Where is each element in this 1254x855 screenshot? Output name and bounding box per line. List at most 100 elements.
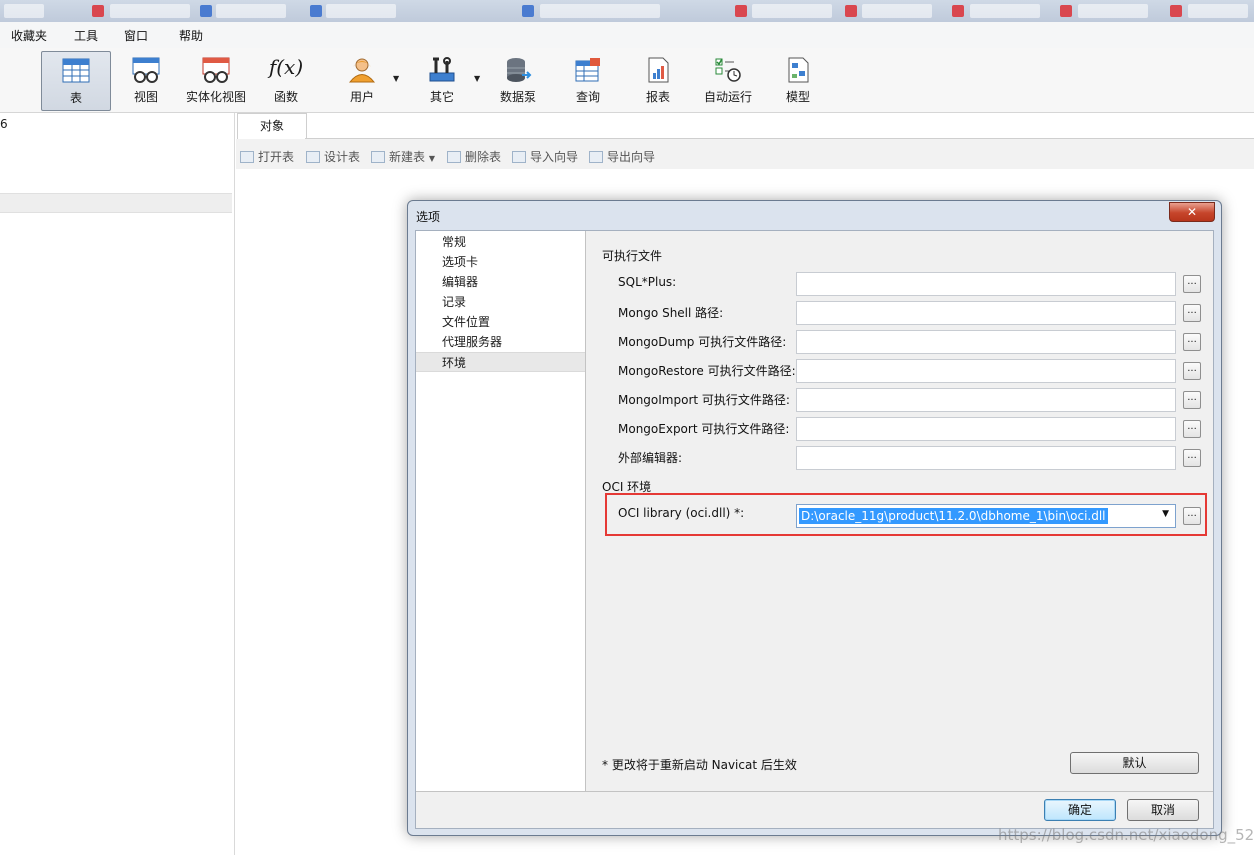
dialog-body: 常规 选项卡 编辑器 记录 文件位置 代理服务器 环境 可执行文件 SQL*Pl…: [415, 230, 1214, 829]
oci-library-label: OCI library (oci.dll) *:: [618, 506, 745, 520]
ribbon-model-label: 模型: [785, 90, 810, 104]
open-table-button[interactable]: 打开表: [240, 148, 294, 165]
external-editor-browse-button[interactable]: ...: [1183, 449, 1201, 467]
open-table-label: 打开表: [258, 150, 295, 164]
chevron-down-icon[interactable]: ▼: [1162, 509, 1169, 519]
delete-table-button[interactable]: 删除表: [447, 148, 501, 165]
options-dialog: 选项 ✕ 常规 选项卡 编辑器 记录 文件位置 代理服务器 环境 可执行文件 S…: [407, 200, 1222, 836]
nav-item-general[interactable]: 常规: [416, 232, 585, 252]
watermark: https://blog.csdn.net/xiaodong_526: [998, 826, 1254, 844]
ribbon-user-label: 用户: [349, 90, 374, 104]
mongo-shell-browse-button[interactable]: ...: [1183, 304, 1201, 322]
ribbon-data-pump-label: 数据泵: [499, 90, 536, 104]
mongodump-input[interactable]: [796, 330, 1176, 354]
open-table-icon: [240, 151, 254, 163]
user-icon: [348, 58, 376, 83]
table-icon: [62, 58, 90, 83]
nav-item-records[interactable]: 记录: [416, 292, 585, 312]
sqlplus-label: SQL*Plus:: [618, 275, 677, 289]
ribbon-function-label: 函数: [273, 90, 298, 104]
oci-library-combobox[interactable]: D:\oracle_11g\product\11.2.0\dbhome_1\bi…: [796, 504, 1176, 528]
mongorestore-input[interactable]: [796, 359, 1176, 383]
nav-item-file-location[interactable]: 文件位置: [416, 312, 585, 332]
tab-objects[interactable]: 对象: [237, 113, 307, 139]
new-table-dropdown-icon[interactable]: ▼: [429, 154, 435, 163]
delete-table-label: 删除表: [465, 150, 502, 164]
mongoimport-label: MongoImport 可执行文件路径:: [618, 393, 790, 407]
options-nav: 常规 选项卡 编辑器 记录 文件位置 代理服务器 环境: [416, 231, 586, 791]
ribbon-data-pump-button[interactable]: 数据泵: [490, 51, 546, 109]
nav-item-tabs[interactable]: 选项卡: [416, 252, 585, 272]
mongoimport-browse-button[interactable]: ...: [1183, 391, 1201, 409]
user-dropdown-arrow-icon[interactable]: ▼: [393, 74, 399, 83]
menu-window[interactable]: 窗口: [124, 27, 148, 44]
ok-button[interactable]: 确定: [1044, 799, 1116, 821]
ribbon-materialized-view-button[interactable]: 实体化视图: [182, 51, 250, 109]
data-pump-icon: [507, 58, 532, 82]
nav-item-editor[interactable]: 编辑器: [416, 272, 585, 292]
tools-icon: [429, 57, 455, 82]
ribbon-query-label: 查询: [575, 90, 600, 104]
restart-note: * 更改将于重新启动 Navicat 后生效: [602, 758, 797, 772]
menu-favorites[interactable]: 收藏夹: [11, 27, 47, 44]
ribbon-query-button[interactable]: 查询: [560, 51, 616, 109]
mongoexport-input[interactable]: [796, 417, 1176, 441]
external-editor-input[interactable]: [796, 446, 1176, 470]
mongoimport-input[interactable]: [796, 388, 1176, 412]
oci-library-value: D:\oracle_11g\product\11.2.0\dbhome_1\bi…: [799, 508, 1108, 524]
menu-bar: 收藏夹 工具 窗口 帮助: [0, 22, 1254, 49]
ribbon-report-label: 报表: [645, 90, 670, 104]
import-wizard-button[interactable]: 导入向导: [512, 148, 578, 165]
other-dropdown-arrow-icon[interactable]: ▼: [474, 74, 480, 83]
new-table-button[interactable]: 新建表 ▼: [371, 148, 435, 165]
selected-connection-row[interactable]: [0, 193, 232, 213]
mongoexport-browse-button[interactable]: ...: [1183, 420, 1201, 438]
oci-library-browse-button[interactable]: ...: [1183, 507, 1201, 525]
new-table-label: 新建表: [389, 150, 426, 164]
mongodump-browse-button[interactable]: ...: [1183, 333, 1201, 351]
ribbon-table-label: 表: [69, 91, 82, 105]
ribbon-user-button[interactable]: 用户: [334, 51, 390, 109]
design-table-label: 设计表: [324, 150, 361, 164]
model-icon: [788, 57, 809, 83]
close-icon: ✕: [1186, 205, 1198, 219]
new-table-icon: [371, 151, 385, 163]
design-table-button[interactable]: 设计表: [306, 148, 360, 165]
cancel-button[interactable]: 取消: [1127, 799, 1199, 821]
nav-item-proxy[interactable]: 代理服务器: [416, 332, 585, 352]
dialog-close-button[interactable]: ✕: [1169, 202, 1215, 222]
menu-help[interactable]: 帮助: [179, 27, 203, 44]
ribbon-report-button[interactable]: 报表: [630, 51, 686, 109]
delete-table-icon: [447, 151, 461, 163]
report-icon: [648, 57, 669, 83]
ribbon-table-button[interactable]: 表: [41, 51, 111, 111]
automation-icon: [715, 58, 741, 82]
export-wizard-label: 导出向导: [607, 150, 656, 164]
nav-item-environment[interactable]: 环境: [416, 352, 585, 372]
ribbon-view-label: 视图: [133, 90, 158, 104]
ribbon-toolbar: 表 视图 实体化视图 f(x) 函数 用户 ▼ 其它 ▼ 数据泵 查询 报表 自…: [0, 48, 1254, 113]
ribbon-model-button[interactable]: 模型: [770, 51, 826, 109]
dialog-title: 选项: [416, 210, 441, 224]
design-table-icon: [306, 151, 320, 163]
import-wizard-icon: [512, 151, 526, 163]
menu-tools[interactable]: 工具: [74, 27, 98, 44]
sqlplus-browse-button[interactable]: ...: [1183, 275, 1201, 293]
export-wizard-button[interactable]: 导出向导: [589, 148, 655, 165]
materialized-view-icon: [202, 57, 230, 83]
ribbon-automation-button[interactable]: 自动运行: [700, 51, 756, 109]
mongorestore-browse-button[interactable]: ...: [1183, 362, 1201, 380]
mongo-shell-input[interactable]: [796, 301, 1176, 325]
ribbon-automation-label: 自动运行: [703, 90, 752, 104]
ribbon-function-button[interactable]: f(x) 函数: [258, 51, 314, 109]
export-wizard-icon: [589, 151, 603, 163]
sqlplus-input[interactable]: [796, 272, 1176, 296]
external-editor-label: 外部编辑器:: [618, 451, 683, 465]
query-icon: [575, 58, 600, 82]
ribbon-view-button[interactable]: 视图: [118, 51, 174, 109]
default-button[interactable]: 默认: [1070, 752, 1199, 774]
mongo-shell-label: Mongo Shell 路径:: [618, 306, 724, 320]
ribbon-other-button[interactable]: 其它: [414, 51, 470, 109]
import-wizard-label: 导入向导: [530, 150, 579, 164]
mongoexport-label: MongoExport 可执行文件路径:: [618, 422, 790, 436]
